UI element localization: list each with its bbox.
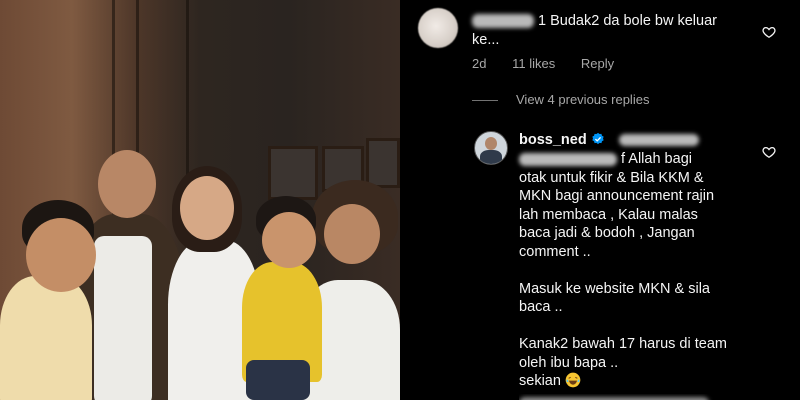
- replies-divider: [472, 100, 498, 102]
- wall-picture-frame: [366, 138, 400, 188]
- comment-text: 1 Budak2 da bole bw keluar: [472, 12, 717, 31]
- laughing-emoji-icon: [565, 372, 581, 388]
- redacted-username: [472, 14, 534, 29]
- post-photo: [0, 0, 400, 400]
- comment-likes-count[interactable]: 11 likes: [512, 56, 555, 71]
- heart-icon[interactable]: [762, 25, 776, 39]
- redacted-meta: [519, 396, 709, 400]
- reply-meta-cutoff: [519, 394, 731, 400]
- reply-line: baca jadi & bodoh , Jangan: [519, 225, 695, 241]
- reply-line: f Allah bagi: [519, 150, 727, 169]
- comment-timestamp: 2d: [472, 56, 487, 71]
- view-replies-label: View 4 previous replies: [516, 92, 650, 107]
- verified-badge-icon: [592, 132, 604, 145]
- reply-button[interactable]: Reply: [581, 56, 614, 71]
- comment-header: boss_ned: [519, 131, 699, 150]
- reply-line: [519, 317, 727, 336]
- view-previous-replies[interactable]: View 4 previous replies: [472, 92, 649, 107]
- comment-text-line: ke...: [472, 32, 500, 48]
- reply-line: MKN bagi announcement rajin: [519, 188, 715, 204]
- boss-ned-avatar[interactable]: [474, 131, 508, 165]
- reply-line: oleh ibu bapa ..: [519, 354, 619, 371]
- wall-picture-frame: [268, 146, 318, 200]
- redacted-mention: [618, 134, 699, 147]
- redacted-mention: [519, 152, 617, 166]
- reply-line: lah membaca , Kalau malas: [519, 206, 698, 223]
- reply-line: baca ..: [519, 299, 563, 315]
- reply-line: Kanak2 bawah 17 harus di team: [519, 336, 727, 352]
- reply-line: Masuk ke website MKN & sila: [519, 280, 710, 297]
- comment-meta: 2d 11 likes Reply: [472, 56, 636, 71]
- username[interactable]: boss_ned: [519, 132, 587, 148]
- heart-icon[interactable]: [762, 145, 776, 159]
- reply-line: [519, 261, 727, 280]
- reply-line: otak untuk fikir & Bila KKM &: [519, 169, 704, 186]
- commenter-avatar[interactable]: [418, 8, 458, 48]
- reply-body: f Allah bagi otak untuk fikir & Bila KKM…: [519, 150, 727, 391]
- reply-line: sekian: [519, 372, 727, 391]
- comment-text-line: 1 Budak2 da bole bw keluar: [538, 13, 717, 29]
- reply-line: comment ..: [519, 243, 591, 260]
